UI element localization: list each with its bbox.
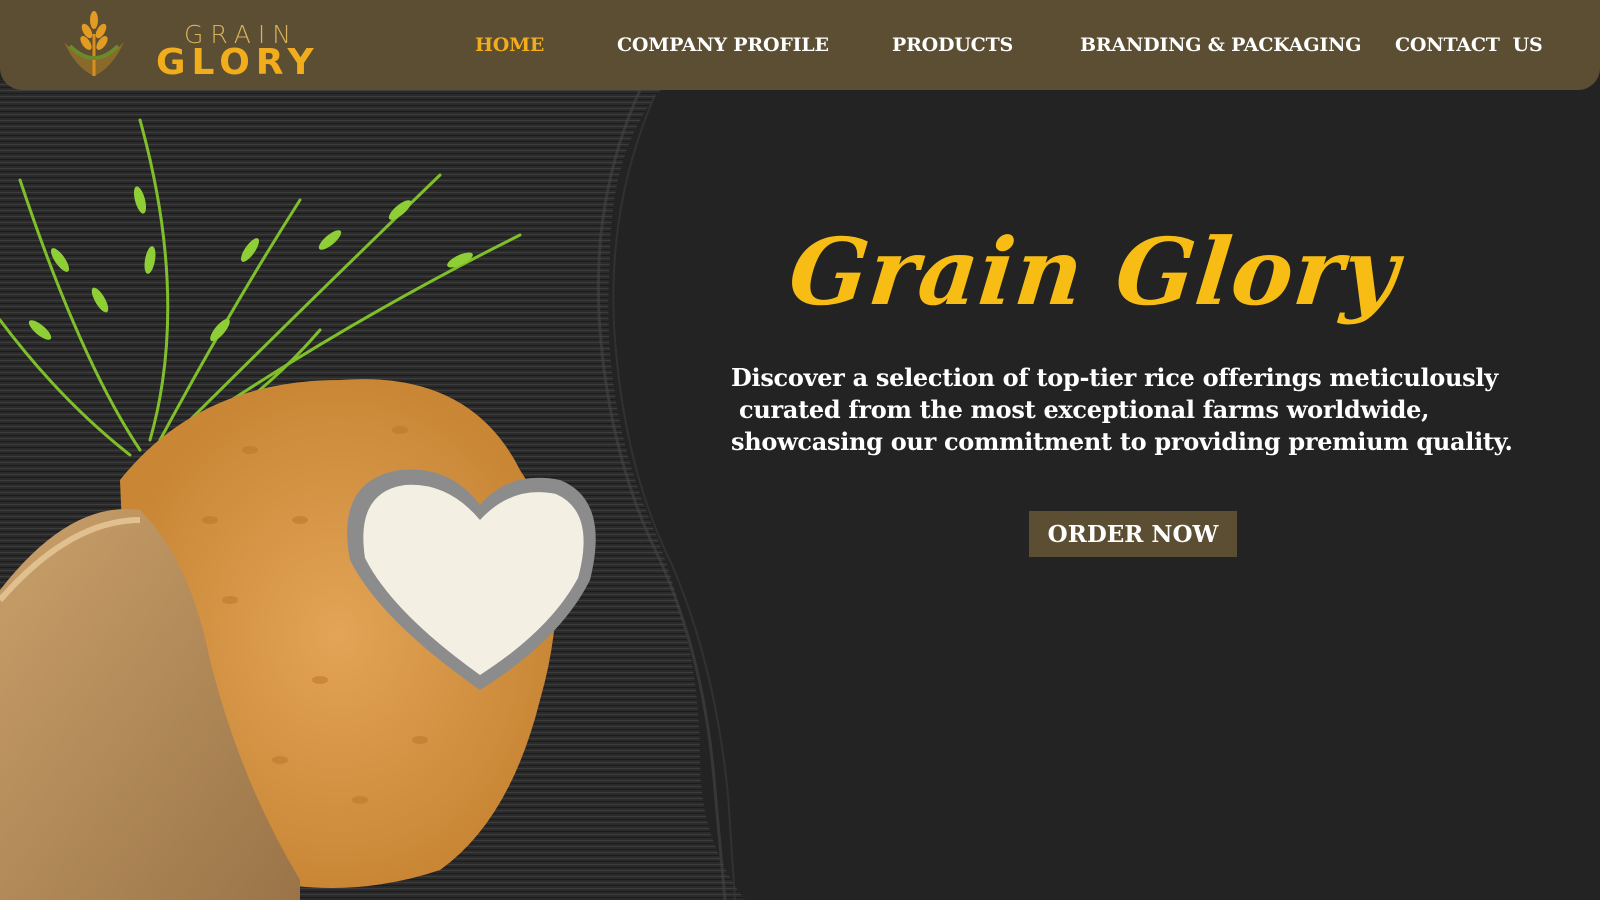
nav-contact-us[interactable]: CONTACT US xyxy=(1395,34,1543,56)
brand-logo[interactable]: GRAIN GLORY xyxy=(52,6,342,84)
hero-description: Discover a selection of top-tier rice of… xyxy=(731,362,1521,458)
hero-image xyxy=(0,0,760,900)
hero-description-line: showcasing our commitment to providing p… xyxy=(731,427,1513,456)
nav-company-profile[interactable]: COMPANY PROFILE xyxy=(617,34,829,56)
nav-products[interactable]: PRODUCTS xyxy=(892,34,1013,56)
wheat-sprout-icon xyxy=(64,11,124,76)
hero-title: Grain Glory xyxy=(784,218,1405,326)
hero-description-line: curated from the most exceptional farms … xyxy=(731,395,1430,424)
nav-home[interactable]: HOME xyxy=(475,34,544,56)
nav-branding-packaging[interactable]: BRANDING & PACKAGING xyxy=(1080,34,1361,56)
hero-description-line: Discover a selection of top-tier rice of… xyxy=(731,363,1498,392)
top-navbar: GRAIN GLORY HOME COMPANY PROFILE PRODUCT… xyxy=(0,0,1600,90)
brand-name-bottom: GLORY xyxy=(156,42,320,83)
order-now-button[interactable]: ORDER NOW xyxy=(1029,511,1237,557)
